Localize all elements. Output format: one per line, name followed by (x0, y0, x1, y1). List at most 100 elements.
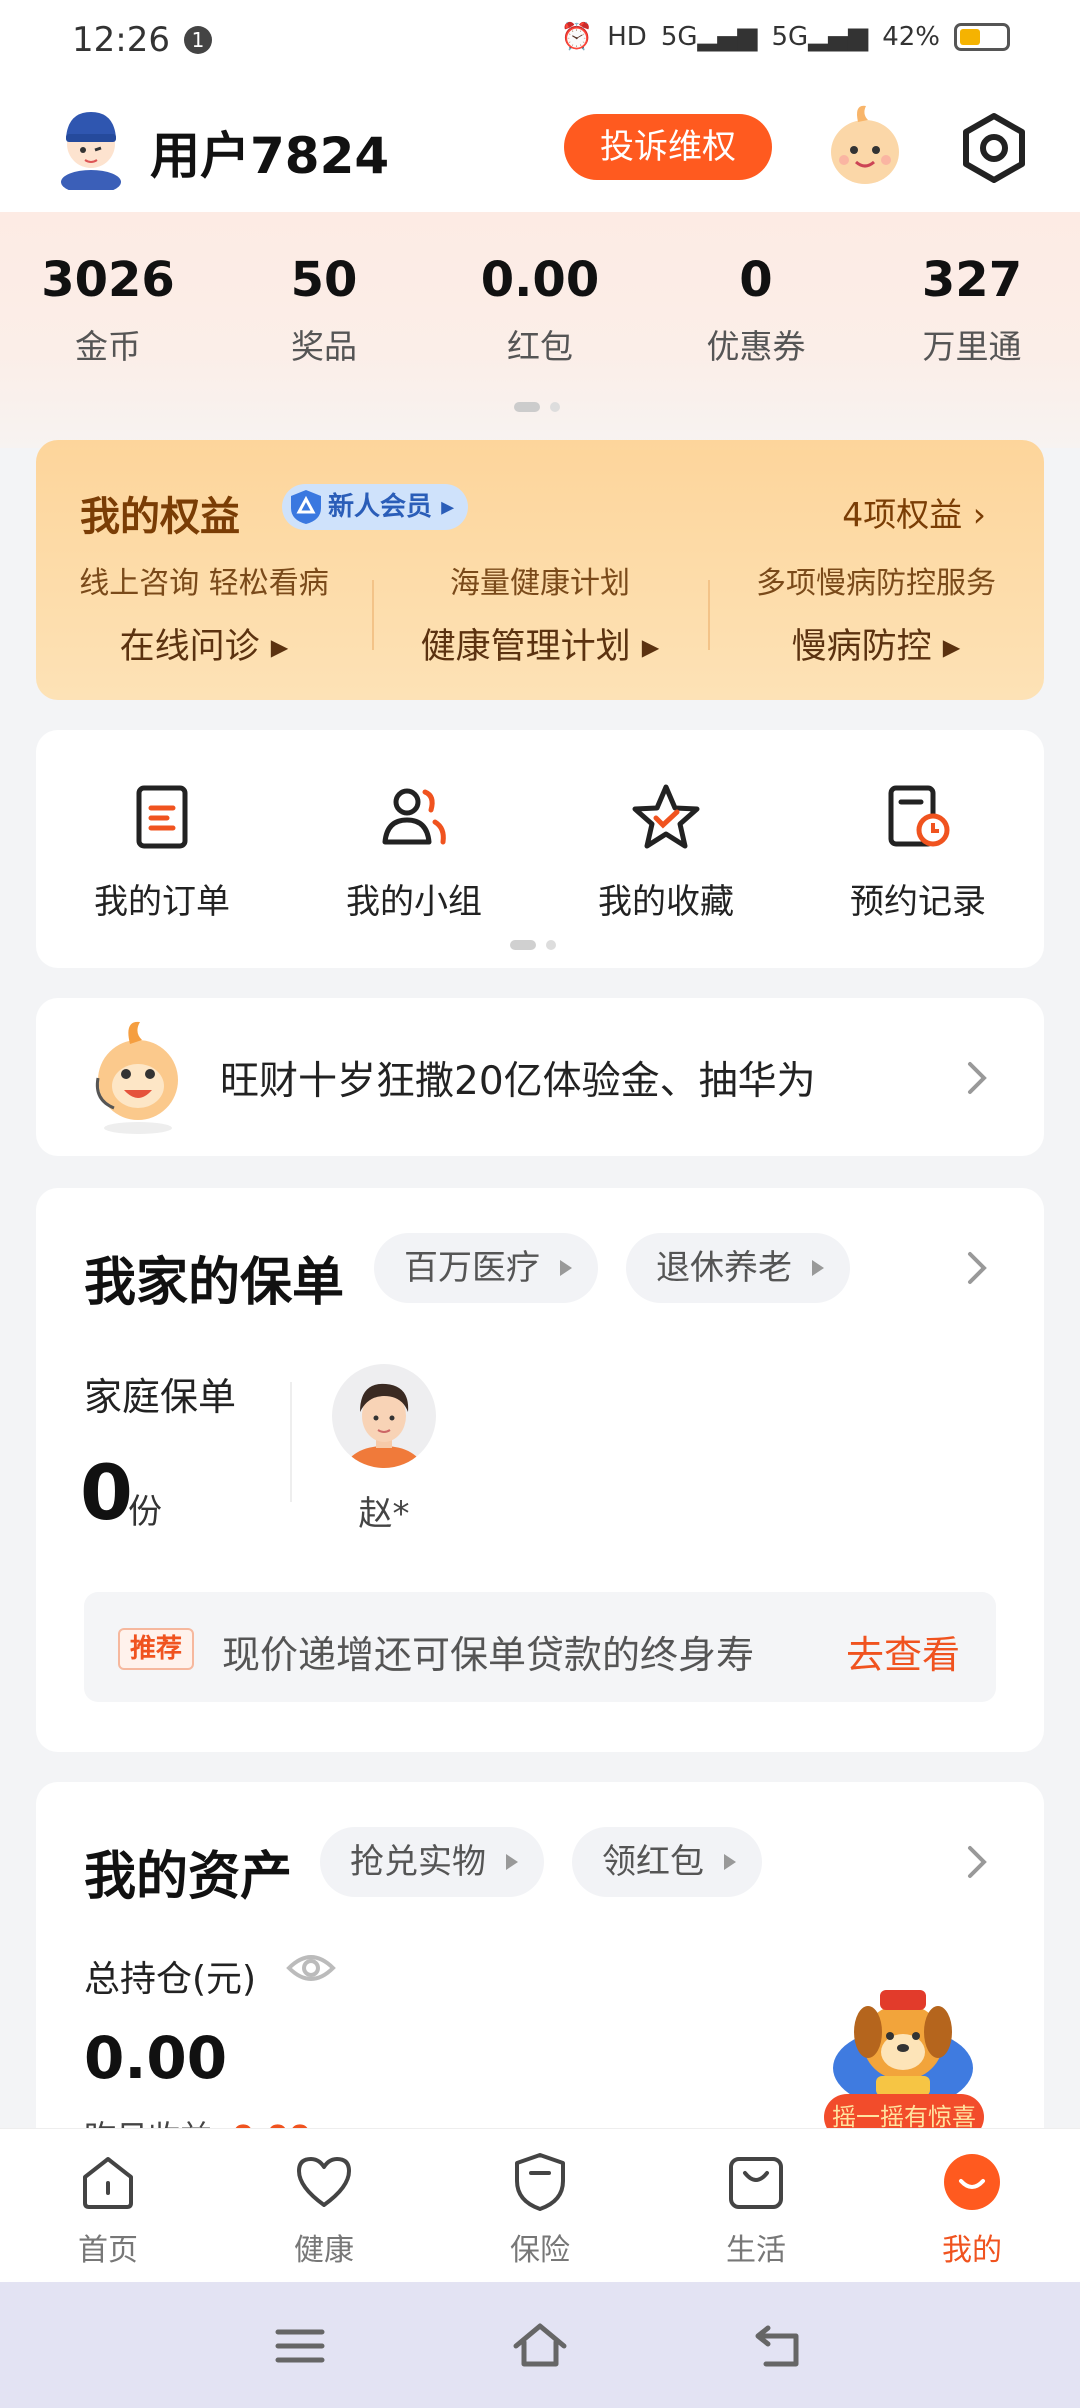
nav-label: 我的 (942, 2233, 1002, 2268)
stat-label: 万里通 (922, 327, 1022, 366)
nav-life[interactable]: 生活 (648, 2129, 864, 2282)
complaint-button[interactable]: 投诉维权 (564, 114, 772, 180)
rights-count: 4项权益 (842, 495, 963, 534)
holding-label: 总持仓(元) (84, 1959, 257, 2000)
family-policy-card: 我家的保单 百万医疗 退休养老 家庭保单 0 份 赵* 推荐 现价递增还可保单贷… (36, 1188, 1044, 1752)
mascot-avatar-icon[interactable] (824, 100, 906, 188)
dog-mascot-icon (833, 1990, 973, 2108)
rights-item-desc: 多项慢病防控服务 (756, 566, 996, 601)
quick-item-label: 我的小组 (346, 882, 482, 922)
view-link[interactable]: 去查看 (846, 1624, 960, 1679)
quick-item-orders[interactable]: 我的订单 (36, 730, 288, 968)
system-nav-bar (0, 2282, 1080, 2408)
status-icons: ⏰ HD 5G▂▄▆ 5G▂▄▆ 42% (561, 22, 1010, 52)
rights-list: 线上咨询 轻松看病 在线问诊 ▸ 海量健康计划 健康管理计划 ▸ 多项慢病防控服… (36, 558, 1044, 669)
bottom-nav: 首页 健康 保险 生活 我的 (0, 2128, 1080, 2282)
pill-red-packet[interactable]: 领红包 (572, 1827, 762, 1897)
policy-unit: 份 (128, 1492, 162, 1532)
mascot-icon (95, 1021, 178, 1134)
nav-insurance[interactable]: 保险 (432, 2129, 648, 2282)
nav-mine[interactable]: 我的 (864, 2129, 1080, 2282)
username: 用户7824 (150, 127, 390, 185)
recommendation-bar[interactable]: 推荐 现价递增还可保单贷款的终身寿 去查看 (84, 1592, 996, 1702)
favorite-icon (632, 784, 700, 849)
stat-wanlitong[interactable]: 327 万里通 (864, 252, 1080, 368)
home-system-icon[interactable] (512, 2318, 568, 2374)
stat-coupons[interactable]: 0 优惠券 (648, 252, 864, 368)
holding-value: 0.00 (84, 2024, 228, 2092)
nav-label: 首页 (78, 2233, 138, 2268)
rights-item-name: 健康管理计划 ▸ (420, 627, 660, 667)
profile-icon (944, 2154, 1000, 2210)
home-icon (83, 2157, 133, 2209)
member-avatar[interactable] (332, 1364, 436, 1468)
notification-count-icon: 1 (184, 26, 212, 54)
rights-card[interactable]: 我的权益 新人会员 ▸ 4项权益 › 线上咨询 轻松看病 在线问诊 ▸ 海量健康… (36, 440, 1044, 700)
shake-promo-float[interactable]: 摇一摇有惊喜 (818, 1972, 988, 2140)
rights-count-link[interactable]: 4项权益 › (842, 488, 986, 536)
nav-label: 生活 (726, 2233, 786, 2268)
rights-item-health-plan[interactable]: 海量健康计划 健康管理计划 ▸ (372, 558, 708, 669)
quick-pager (510, 940, 556, 950)
chevron-right-icon (968, 1062, 987, 1094)
stat-value: 0 (739, 252, 773, 308)
stat-coins[interactable]: 3026 金币 (0, 252, 216, 368)
bag-icon (729, 2157, 783, 2209)
member-badge-label: 新人会员 (328, 492, 433, 522)
appointment-icon (888, 785, 950, 847)
stat-value: 327 (921, 252, 1023, 308)
policy-title: 我家的保单 (84, 1253, 345, 1313)
pager-dot (550, 402, 560, 412)
chevron-right-icon[interactable] (962, 1248, 992, 1288)
quick-item-group[interactable]: 我的小组 (288, 730, 540, 968)
member-badge[interactable]: 新人会员 ▸ (282, 484, 469, 530)
stats-pager (514, 402, 560, 412)
quick-item-label: 预约记录 (850, 882, 986, 922)
nav-health[interactable]: 健康 (216, 2129, 432, 2282)
eye-icon[interactable] (286, 1946, 336, 1990)
stats-row: 3026 金币 50 奖品 0.00 红包 0 优惠券 327 万里通 (0, 252, 1080, 368)
promo-text: 旺财十岁狂撒20亿体验金、抽华为 (220, 1059, 816, 1104)
user-avatar[interactable] (54, 104, 128, 190)
rights-item-desc: 海量健康计划 (450, 566, 630, 601)
settings-icon[interactable] (956, 110, 1032, 186)
assets-title: 我的资产 (84, 1847, 293, 1907)
pill-medical[interactable]: 百万医疗 (374, 1233, 598, 1303)
member-shield-icon (291, 490, 321, 524)
nav-label: 健康 (294, 2233, 354, 2268)
battery-icon (954, 23, 1010, 51)
quick-actions-card: 我的订单 我的小组 我的收藏 预约记录 (36, 730, 1044, 968)
stat-value: 0.00 (480, 252, 600, 308)
stat-label: 优惠券 (706, 327, 806, 366)
pill-retirement[interactable]: 退休养老 (626, 1233, 850, 1303)
rights-item-consult[interactable]: 线上咨询 轻松看病 在线问诊 ▸ (36, 558, 372, 669)
divider (290, 1382, 292, 1502)
pager-dot (514, 402, 540, 412)
alarm-icon: ⏰ (560, 22, 594, 52)
back-icon[interactable] (752, 2318, 808, 2374)
promo-banner[interactable]: 旺财十岁狂撒20亿体验金、抽华为 (36, 998, 1044, 1156)
rights-title: 我的权益 (80, 494, 240, 540)
menu-icon[interactable] (272, 2318, 328, 2374)
nav-home[interactable]: 首页 (0, 2129, 216, 2282)
pill-redeem[interactable]: 抢兑实物 (320, 1827, 544, 1897)
signal-icon-2: 5G▂▄▆ (771, 22, 869, 52)
chevron-right-icon[interactable] (962, 1842, 992, 1882)
pager-dot (510, 940, 536, 950)
quick-item-favorites[interactable]: 我的收藏 (540, 730, 792, 968)
stat-red-packet[interactable]: 0.00 红包 (432, 252, 648, 368)
stat-prizes[interactable]: 50 奖品 (216, 252, 432, 368)
rights-item-chronic[interactable]: 多项慢病防控服务 慢病防控 ▸ (708, 558, 1044, 669)
quick-item-label: 我的收藏 (598, 882, 734, 922)
member-name: 赵* (358, 1494, 410, 1534)
stat-value: 3026 (41, 252, 175, 308)
quick-item-appointments[interactable]: 预约记录 (792, 730, 1044, 968)
order-icon (136, 785, 188, 849)
family-policy-label: 家庭保单 (84, 1375, 237, 1419)
stat-value: 50 (290, 252, 358, 308)
stat-label: 奖品 (291, 327, 357, 366)
policy-count: 0 (80, 1448, 133, 1537)
signal-icon: 5G▂▄▆ (660, 22, 758, 52)
stats-area: 3026 金币 50 奖品 0.00 红包 0 优惠券 327 万里通 (0, 212, 1080, 448)
profile-header: 用户7824 投诉维权 (0, 84, 1080, 212)
